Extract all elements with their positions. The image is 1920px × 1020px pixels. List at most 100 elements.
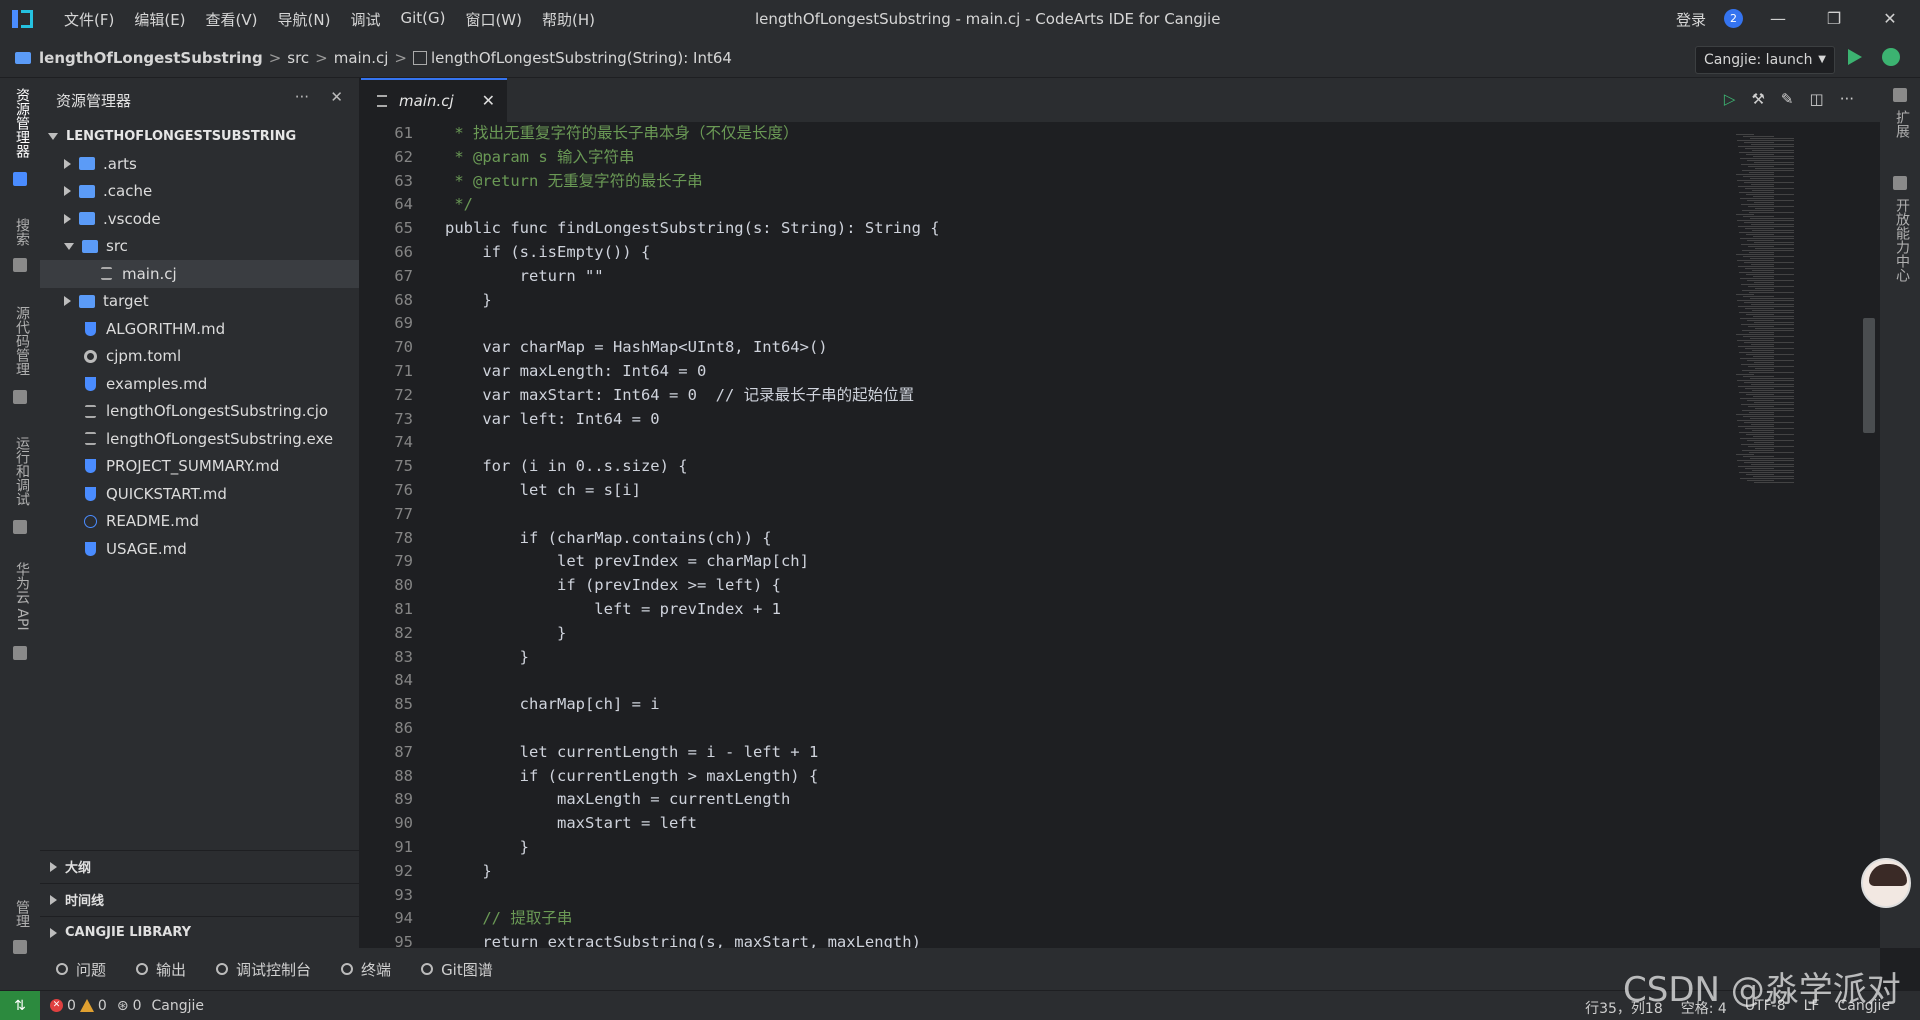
code-line[interactable]: 88 if (currentLength > maxLength) { (361, 765, 1731, 789)
code-line[interactable]: 76 let ch = s[i] (361, 479, 1731, 503)
code-line[interactable]: 68 } (361, 289, 1731, 313)
ports-status[interactable]: ⊛ 0 (117, 998, 142, 1014)
code-line[interactable]: 73 var left: Int64 = 0 (361, 408, 1731, 432)
activity-extensions[interactable]: 扩展 (1888, 110, 1912, 138)
code-view[interactable]: 61 * 找出无重复字符的最长子串本身（不仅是长度） 62 * @param s … (361, 122, 1731, 948)
restore-icon[interactable]: ❐ (1821, 6, 1847, 32)
code-line[interactable]: 75 for (i in 0..s.size) { (361, 455, 1731, 479)
code-line[interactable]: 71 var maxLength: Int64 = 0 (361, 360, 1731, 384)
code-line[interactable]: 93 (361, 884, 1731, 908)
code-line[interactable]: 78 if (charMap.contains(ch)) { (361, 527, 1731, 551)
close-window-icon[interactable]: ✕ (1877, 6, 1903, 32)
tree-item[interactable]: lengthOfLongestSubstring.cjo (40, 398, 359, 426)
code-line[interactable]: 69 (361, 312, 1731, 336)
minimap[interactable] (1731, 122, 1826, 948)
close-icon[interactable]: ✕ (330, 88, 343, 106)
breadcrumb-file[interactable]: main.cj (334, 49, 389, 67)
code-line[interactable]: 64 */ (361, 193, 1731, 217)
tree-item[interactable]: target (40, 288, 359, 316)
menu-edit[interactable]: 编辑(E) (124, 9, 195, 30)
tree-item[interactable]: examples.md (40, 370, 359, 398)
code-line[interactable]: 82 } (361, 622, 1731, 646)
section-outline[interactable]: 大纲 (40, 850, 360, 882)
activity-huawei-api[interactable]: 华为云 API (8, 562, 32, 631)
tree-item[interactable]: src (40, 233, 359, 261)
assistant-avatar[interactable] (1861, 858, 1911, 908)
menu-help[interactable]: 帮助(H) (532, 9, 605, 30)
tree-item[interactable]: .arts (40, 150, 359, 178)
activity-run-debug[interactable]: 运行和调试 (8, 436, 32, 506)
tree-root[interactable]: LENGTHOFLONGESTSUBSTRING (40, 122, 359, 150)
run-config-select[interactable]: Cangjie: launch ▼ (1695, 46, 1835, 74)
activity-manage[interactable]: 管理 (8, 900, 32, 928)
code-line[interactable]: 89 maxLength = currentLength (361, 788, 1731, 812)
tab-git-graph[interactable]: Git图谱 (421, 959, 493, 980)
tree-item[interactable]: README.md (40, 508, 359, 536)
tree-item[interactable]: .cache (40, 178, 359, 206)
activity-search[interactable]: 搜索 (8, 218, 32, 246)
code-line[interactable]: 67 return "" (361, 265, 1731, 289)
vertical-scrollbar[interactable] (1863, 318, 1875, 433)
tree-item[interactable]: cjpm.toml (40, 343, 359, 371)
minimize-icon[interactable]: — (1765, 6, 1791, 32)
tree-item[interactable]: lengthOfLongestSubstring.exe (40, 425, 359, 453)
problems-status[interactable]: ✕ 0 0 (50, 998, 107, 1014)
code-line[interactable]: 83 } (361, 646, 1731, 670)
build-icon[interactable]: ⚒ (1751, 90, 1764, 108)
capability-center-icon[interactable] (1893, 176, 1907, 190)
tab-terminal[interactable]: 终端 (341, 959, 391, 980)
tab-output[interactable]: 输出 (136, 959, 186, 980)
tree-item[interactable]: .vscode (40, 205, 359, 233)
code-line[interactable]: 86 (361, 717, 1731, 741)
code-line[interactable]: 94 // 提取子串 (361, 907, 1731, 931)
tab-debug-console[interactable]: 调试控制台 (216, 959, 311, 980)
tree-item-selected[interactable]: main.cj (40, 260, 359, 288)
run-debug-icon[interactable] (13, 520, 27, 534)
code-line[interactable]: 79 let prevIndex = charMap[ch] (361, 550, 1731, 574)
code-line[interactable]: 91 } (361, 836, 1731, 860)
api-icon[interactable] (13, 646, 27, 660)
run-icon[interactable] (1848, 49, 1862, 65)
code-line[interactable]: 61 * 找出无重复字符的最长子串本身（不仅是长度） (361, 122, 1731, 146)
source-control-icon[interactable] (13, 390, 27, 404)
code-line[interactable]: 77 (361, 503, 1731, 527)
run-icon[interactable]: ▷ (1724, 90, 1736, 108)
debug-icon[interactable] (1882, 48, 1900, 66)
section-cangjie-library[interactable]: CANGJIE LIBRARY (40, 916, 360, 948)
more-icon[interactable]: ··· (1840, 90, 1854, 108)
breadcrumb-folder[interactable]: src (287, 49, 309, 67)
code-line[interactable]: 84 (361, 669, 1731, 693)
notification-badge[interactable]: 2 (1724, 9, 1743, 28)
tab-main-cj[interactable]: main.cj ✕ (361, 78, 507, 122)
more-icon[interactable]: ··· (295, 88, 309, 106)
code-line[interactable]: 80 if (prevIndex >= left) { (361, 574, 1731, 598)
activity-capability-center[interactable]: 开放能力中心 (1888, 198, 1912, 282)
section-timeline[interactable]: 时间线 (40, 883, 360, 915)
code-line[interactable]: 70 var charMap = HashMap<UInt8, Int64>() (361, 336, 1731, 360)
menu-git[interactable]: Git(G) (390, 9, 455, 30)
activity-source-control[interactable]: 源代码管理 (8, 306, 32, 376)
code-line[interactable]: 81 left = prevIndex + 1 (361, 598, 1731, 622)
gear-icon[interactable] (13, 940, 27, 954)
edit-icon[interactable]: ✎ (1781, 90, 1794, 108)
menu-file[interactable]: 文件(F) (54, 9, 124, 30)
menu-window[interactable]: 窗口(W) (455, 9, 532, 30)
code-line[interactable]: 90 maxStart = left (361, 812, 1731, 836)
split-editor-icon[interactable]: ◫ (1810, 90, 1824, 108)
code-line[interactable]: 95 return extractSubstring(s, maxStart, … (361, 931, 1731, 948)
code-line[interactable]: 65 public func findLongestSubstring(s: St… (361, 217, 1731, 241)
menu-view[interactable]: 查看(V) (196, 9, 268, 30)
code-line[interactable]: 74 (361, 431, 1731, 455)
tree-item[interactable]: ALGORITHM.md (40, 315, 359, 343)
code-line[interactable]: 92 } (361, 860, 1731, 884)
breadcrumb-symbol[interactable]: lengthOfLongestSubstring(String): Int64 (431, 49, 732, 67)
menu-navigate[interactable]: 导航(N) (268, 9, 341, 30)
code-line[interactable]: 85 charMap[ch] = i (361, 693, 1731, 717)
login-link[interactable]: 登录 (1676, 9, 1706, 30)
language-status-left[interactable]: Cangjie (152, 998, 205, 1014)
menu-debug[interactable]: 调试 (340, 9, 390, 30)
tab-problems[interactable]: 问题 (56, 959, 106, 980)
breadcrumb-project[interactable]: lengthOfLongestSubstring (39, 49, 263, 67)
tree-item[interactable]: USAGE.md (40, 535, 359, 563)
activity-explorer[interactable]: 资源管理器 (8, 88, 32, 158)
